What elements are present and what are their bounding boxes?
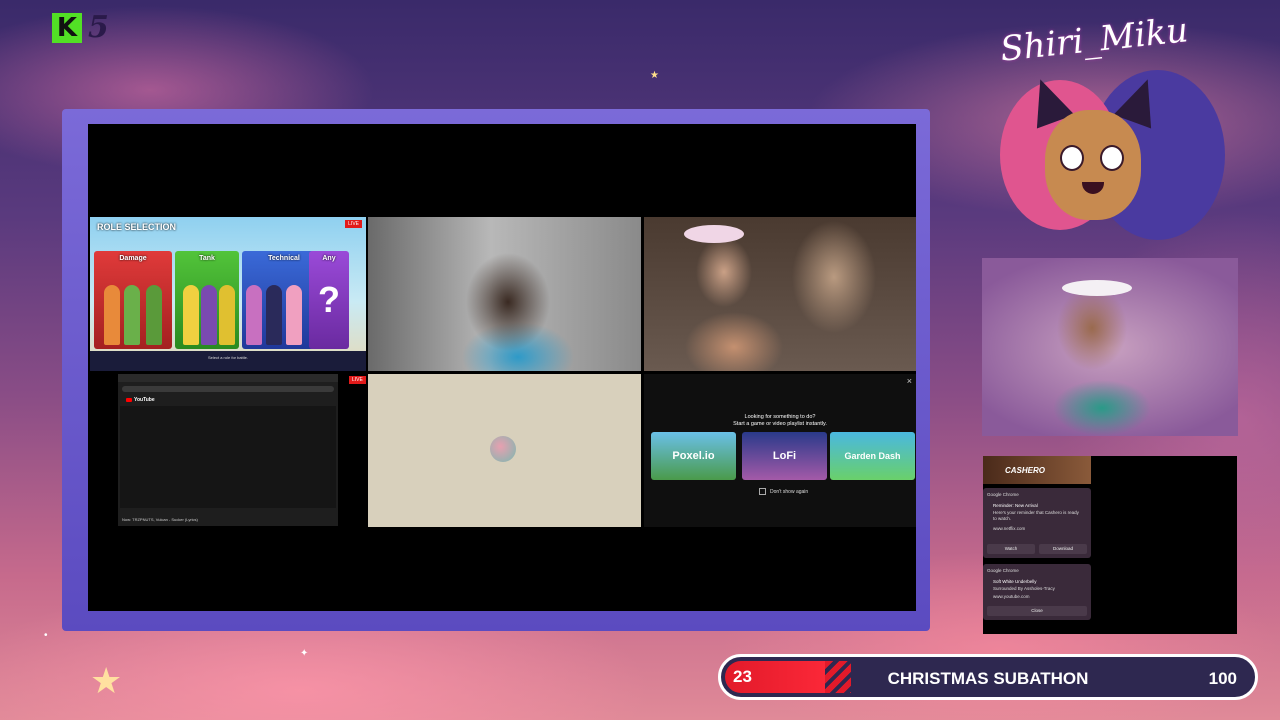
notification-body: Here's your reminder that Cashero is rea… bbox=[993, 510, 1079, 521]
character-figure bbox=[124, 285, 140, 345]
download-button[interactable]: Download bbox=[1039, 544, 1087, 554]
role-selection-footer: Select a role for battle. bbox=[90, 351, 366, 371]
dont-show-again-checkbox[interactable]: Don't show again bbox=[759, 488, 808, 495]
star-decoration: • bbox=[44, 630, 48, 641]
game-thumbnail-lofi[interactable]: LoFi bbox=[742, 432, 827, 480]
now-playing-text: Now: TRZPNUTS, Vulcan - Sucker (Lyrics) bbox=[122, 517, 198, 522]
close-icon[interactable]: × bbox=[907, 376, 912, 386]
channel-logo-text: Shiri_Miku bbox=[998, 10, 1190, 70]
subathon-goal-value: 100 bbox=[1208, 669, 1237, 688]
headband bbox=[1062, 280, 1132, 296]
notification-title: Soft White Underbelly bbox=[993, 579, 1037, 584]
close-button[interactable]: Close bbox=[987, 606, 1087, 616]
streamer-webcam bbox=[982, 258, 1238, 436]
badge-number: 5 bbox=[88, 10, 109, 45]
kick-logo-icon: K bbox=[52, 12, 82, 43]
character-figure bbox=[104, 285, 120, 345]
webcam-tile-guest-1 bbox=[368, 217, 641, 371]
suggestion-line-2: Start a game or video playlist instantly… bbox=[733, 421, 827, 427]
notification-source: Google Chrome bbox=[987, 568, 1019, 573]
character-figure bbox=[183, 285, 199, 345]
notification-body: Surrounded By Assholes-Tracy bbox=[993, 586, 1055, 591]
character-figure bbox=[201, 285, 217, 345]
notification-source: Google Chrome bbox=[987, 492, 1019, 497]
cashero-banner: CASHERO bbox=[983, 456, 1091, 484]
headband bbox=[684, 225, 744, 243]
game-thumbnail-poxel[interactable]: Poxel.io bbox=[651, 432, 736, 480]
character-figure bbox=[286, 285, 302, 345]
notification-url: www.youtube.com bbox=[993, 594, 1030, 599]
mascot-eye bbox=[1100, 145, 1124, 171]
live-badge: LIVE bbox=[345, 220, 362, 228]
character-figure bbox=[266, 285, 282, 345]
role-card-label: Damage bbox=[119, 255, 147, 262]
mascot-eye bbox=[1060, 145, 1084, 171]
notification-card[interactable]: Google Chrome Reminder: New Arrival Here… bbox=[983, 488, 1091, 558]
mascot-face bbox=[1045, 110, 1141, 220]
character-figure bbox=[246, 285, 262, 345]
notification-card[interactable]: Google Chrome Soft White Underbelly Surr… bbox=[983, 564, 1091, 620]
screen-share-tile bbox=[368, 374, 641, 527]
question-mark-icon: ? bbox=[318, 279, 340, 320]
role-card-damage[interactable]: Damage bbox=[94, 251, 172, 349]
role-card-label: Any bbox=[322, 255, 336, 262]
notification-panel: CASHERO Google Chrome Reminder: New Arri… bbox=[983, 456, 1237, 634]
video-player[interactable] bbox=[120, 406, 336, 508]
role-card-any[interactable]: Any ? bbox=[309, 251, 349, 349]
banner-text: CASHERO bbox=[1005, 466, 1046, 475]
youtube-logo[interactable]: YouTube bbox=[126, 397, 155, 403]
notification-title: Reminder: New Arrival bbox=[993, 503, 1038, 508]
role-selection-tile[interactable]: ROLE SELECTION LIVE Damage Tank Technica… bbox=[90, 217, 366, 371]
star-decoration: ✦ bbox=[300, 648, 309, 659]
webcam-tile-guest-2 bbox=[644, 217, 916, 371]
character-figure bbox=[146, 285, 162, 345]
star-decoration: ★ bbox=[650, 70, 659, 81]
game-thumbnail-garden-dash[interactable]: Garden Dash bbox=[830, 432, 915, 480]
subathon-progress-bar: 23 CHRISTMAS SUBATHON 100 bbox=[718, 654, 1258, 700]
role-card-label: Tank bbox=[199, 255, 215, 262]
suggestion-line-1: Looking for something to do? bbox=[744, 414, 816, 420]
watch-button[interactable]: Watch bbox=[987, 544, 1035, 554]
k-badge: K 5 bbox=[52, 10, 109, 45]
mascot-avatar bbox=[990, 70, 1230, 250]
role-selection-title: ROLE SELECTION bbox=[97, 222, 177, 232]
character-figure bbox=[219, 285, 235, 345]
activity-suggestions-tile: × Looking for something to do? Start a g… bbox=[644, 374, 916, 527]
avatar-icon bbox=[490, 436, 516, 462]
browser-tab-bar bbox=[118, 374, 338, 382]
star-decoration: ★ bbox=[90, 660, 123, 701]
youtube-browser-tile[interactable]: YouTube Now: TRZPNUTS, Vulcan - Sucker (… bbox=[118, 374, 338, 526]
role-card-tank[interactable]: Tank bbox=[175, 251, 239, 349]
live-badge: LIVE bbox=[349, 376, 366, 384]
subathon-label: CHRISTMAS SUBATHON bbox=[887, 669, 1089, 688]
browser-address-bar[interactable] bbox=[122, 386, 334, 392]
role-selection-hint: Select a role for battle. bbox=[207, 355, 249, 360]
suggestion-message: Looking for something to do? Start a gam… bbox=[644, 414, 916, 428]
notification-url: www.netflix.com bbox=[993, 526, 1026, 531]
